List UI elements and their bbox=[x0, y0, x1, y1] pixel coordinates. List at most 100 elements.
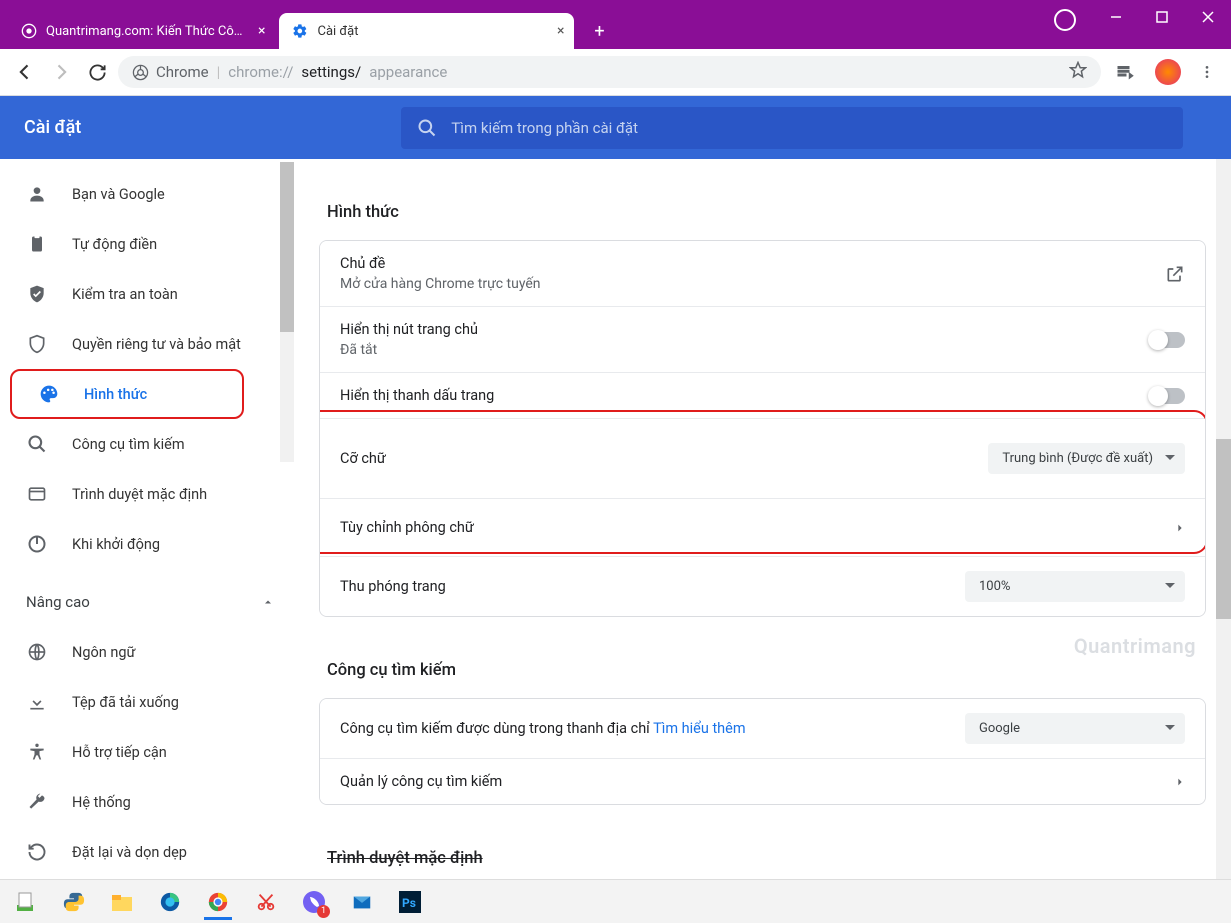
kebab-menu-button[interactable] bbox=[1193, 58, 1221, 86]
bookmark-star-icon[interactable] bbox=[1069, 61, 1087, 83]
taskbar-snip-icon[interactable] bbox=[246, 884, 286, 920]
taskbar-file-explorer-icon[interactable] bbox=[102, 884, 142, 920]
taskbar-app-1[interactable] bbox=[6, 884, 46, 920]
search-engine-dropdown[interactable]: Google bbox=[965, 713, 1185, 744]
sidebar-item-reset[interactable]: Đặt lại và dọn dẹp bbox=[0, 827, 294, 877]
taskbar-mail-icon[interactable] bbox=[342, 884, 382, 920]
sidebar-item-languages[interactable]: Ngôn ngữ bbox=[0, 627, 294, 677]
sidebar-label: Hệ thống bbox=[72, 794, 131, 811]
theme-title: Chủ đề bbox=[340, 255, 541, 272]
sidebar-label: Trình duyệt mặc định bbox=[72, 486, 207, 503]
bookmarks-bar-row[interactable]: Hiển thị thanh dấu trang bbox=[320, 372, 1205, 418]
search-engine-desc: Công cụ tìm kiếm được dùng trong thanh đ… bbox=[340, 720, 653, 737]
search-engine-card: Công cụ tìm kiếm được dùng trong thanh đ… bbox=[319, 698, 1206, 805]
theme-row[interactable]: Chủ đề Mở cửa hàng Chrome trực tuyến bbox=[320, 241, 1205, 306]
window-maximize-button[interactable] bbox=[1139, 0, 1185, 33]
home-button-toggle[interactable] bbox=[1149, 332, 1185, 348]
sidebar-item-system[interactable]: Hệ thống bbox=[0, 777, 294, 827]
close-tab-icon[interactable]: × bbox=[557, 23, 564, 39]
reload-button[interactable] bbox=[82, 57, 112, 87]
sidebar-label: Khi khởi động bbox=[72, 536, 160, 553]
restore-icon bbox=[26, 841, 48, 863]
url-suffix: appearance bbox=[369, 63, 447, 81]
main-scrollbar-thumb[interactable] bbox=[1216, 439, 1231, 619]
page-zoom-dropdown[interactable]: 100% bbox=[965, 571, 1185, 602]
media-control-icon[interactable] bbox=[1113, 60, 1137, 84]
sidebar-item-search-engine[interactable]: Công cụ tìm kiếm bbox=[0, 419, 294, 469]
bookmarks-title: Hiển thị thanh dấu trang bbox=[340, 387, 494, 404]
sidebar-item-autofill[interactable]: Tự động điền bbox=[0, 219, 294, 269]
tab-title: Quantrimang.com: Kiến Thức Công bbox=[46, 24, 246, 39]
bookmarks-toggle[interactable] bbox=[1149, 388, 1185, 404]
search-icon bbox=[417, 118, 437, 138]
palette-icon bbox=[38, 383, 60, 405]
manage-search-engines-row[interactable]: Quản lý công cụ tìm kiếm bbox=[320, 758, 1205, 804]
notification-badge: 1 bbox=[317, 905, 330, 918]
settings-gear-icon bbox=[291, 22, 309, 40]
sidebar-item-on-startup[interactable]: Khi khởi động bbox=[0, 519, 294, 569]
sidebar-item-you-and-google[interactable]: Bạn và Google bbox=[0, 169, 294, 219]
svg-text:Ps: Ps bbox=[402, 896, 416, 910]
search-engine-row[interactable]: Công cụ tìm kiếm được dùng trong thanh đ… bbox=[320, 699, 1205, 758]
font-size-title: Cỡ chữ bbox=[340, 450, 386, 467]
settings-title: Cài đặt bbox=[24, 117, 81, 138]
window-titlebar: Quantrimang.com: Kiến Thức Công × Cài đặ… bbox=[0, 0, 1231, 49]
new-tab-button[interactable]: + bbox=[584, 16, 614, 46]
font-size-row[interactable]: Cỡ chữ Trung bình (Được đề xuất) bbox=[320, 418, 1205, 498]
sidebar-item-downloads[interactable]: Tệp đã tải xuống bbox=[0, 677, 294, 727]
sidebar-item-safety-check[interactable]: Kiểm tra an toàn bbox=[0, 269, 294, 319]
taskbar-chrome-icon[interactable] bbox=[198, 884, 238, 920]
settings-search-input[interactable]: Tìm kiếm trong phần cài đặt bbox=[401, 107, 1183, 149]
home-button-row[interactable]: Hiển thị nút trang chủ Đã tắt bbox=[320, 306, 1205, 372]
forward-button[interactable] bbox=[46, 57, 76, 87]
sidebar-item-privacy[interactable]: Quyền riêng tư và bảo mật bbox=[0, 319, 294, 369]
font-size-dropdown[interactable]: Trung bình (Được đề xuất) bbox=[988, 443, 1185, 474]
download-icon bbox=[26, 691, 48, 713]
sidebar-scrollbar-thumb[interactable] bbox=[280, 162, 294, 332]
taskbar-viber-icon[interactable]: 1 bbox=[294, 884, 334, 920]
browser-toolbar: Chrome | chrome://settings/appearance bbox=[0, 49, 1231, 96]
sidebar-label: Hình thức bbox=[84, 386, 147, 403]
browser-tab-active[interactable]: Cài đặt × bbox=[279, 13, 574, 49]
chevron-up-icon bbox=[262, 596, 274, 608]
advanced-label: Nâng cao bbox=[26, 593, 90, 611]
address-bar[interactable]: Chrome | chrome://settings/appearance bbox=[118, 56, 1101, 88]
highlight-box: Hình thức bbox=[10, 369, 244, 419]
chrome-icon bbox=[132, 64, 148, 80]
section-title-default-browser: Trình duyệt mặc định bbox=[299, 835, 1226, 879]
sidebar-advanced-toggle[interactable]: Nâng cao bbox=[0, 577, 294, 627]
account-indicator-icon[interactable] bbox=[1054, 9, 1076, 31]
search-placeholder: Tìm kiếm trong phần cài đặt bbox=[451, 119, 638, 137]
quantrimang-favicon-icon bbox=[20, 22, 38, 40]
taskbar-python-icon[interactable] bbox=[54, 884, 94, 920]
shield-check-icon bbox=[26, 283, 48, 305]
browser-tab-inactive[interactable]: Quantrimang.com: Kiến Thức Công × bbox=[8, 13, 275, 49]
sidebar-item-default-browser[interactable]: Trình duyệt mặc định bbox=[0, 469, 294, 519]
taskbar-edge-icon[interactable] bbox=[150, 884, 190, 920]
customize-fonts-row[interactable]: Tùy chỉnh phông chữ bbox=[320, 498, 1205, 556]
close-tab-icon[interactable]: × bbox=[258, 23, 265, 39]
sidebar-label: Tự động điền bbox=[72, 236, 157, 253]
sidebar-item-accessibility[interactable]: Hỗ trợ tiếp cận bbox=[0, 727, 294, 777]
page-zoom-row[interactable]: Thu phóng trang 100% bbox=[320, 556, 1205, 616]
sidebar-label: Công cụ tìm kiếm bbox=[72, 436, 185, 453]
search-icon bbox=[26, 433, 48, 455]
sidebar-label: Ngôn ngữ bbox=[72, 644, 135, 661]
back-button[interactable] bbox=[10, 57, 40, 87]
profile-avatar[interactable] bbox=[1155, 59, 1181, 85]
tab-title: Cài đặt bbox=[317, 24, 358, 39]
url-prefix: chrome:// bbox=[228, 63, 293, 81]
person-icon bbox=[26, 183, 48, 205]
sidebar-label: Tệp đã tải xuống bbox=[72, 694, 179, 711]
sidebar-item-appearance[interactable]: Hình thức bbox=[12, 371, 242, 417]
taskbar-photoshop-icon[interactable]: Ps bbox=[390, 884, 430, 920]
window-minimize-button[interactable] bbox=[1093, 0, 1139, 33]
chevron-right-icon bbox=[1175, 523, 1185, 533]
learn-more-link[interactable]: Tìm hiểu thêm bbox=[653, 720, 745, 737]
home-button-title: Hiển thị nút trang chủ bbox=[340, 321, 478, 338]
window-close-button[interactable] bbox=[1185, 0, 1231, 33]
wrench-icon bbox=[26, 791, 48, 813]
url-scheme-label: Chrome bbox=[156, 63, 209, 81]
settings-header: Cài đặt Tìm kiếm trong phần cài đặt bbox=[0, 96, 1231, 159]
external-link-icon bbox=[1165, 264, 1185, 284]
